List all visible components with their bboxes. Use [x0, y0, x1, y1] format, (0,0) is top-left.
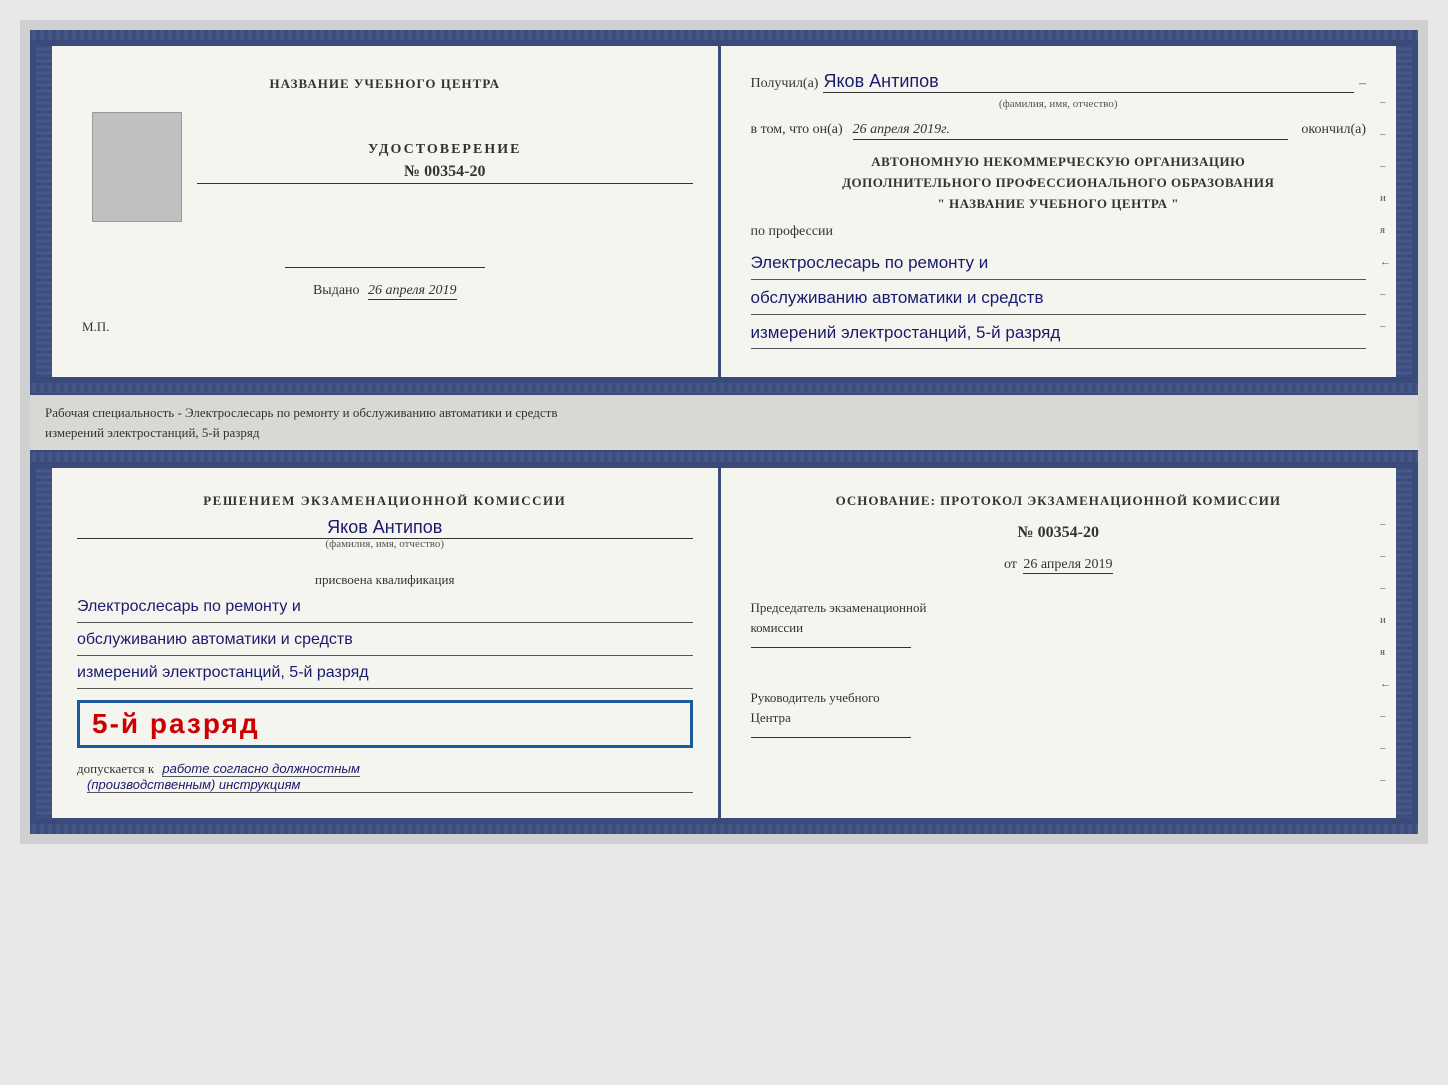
org-name-quotes: " НАЗВАНИЕ УЧЕБНОГО ЦЕНТРА ": [751, 194, 1367, 215]
rukovoditel-title: Руководитель учебного Центра: [751, 688, 1367, 727]
rukovoditel-line2: Центра: [751, 710, 791, 725]
predsedatel-title: Председатель экзаменационной комиссии: [751, 598, 1367, 637]
bottom-left-page: Решением экзаменационной комиссии Яков А…: [52, 468, 721, 817]
dopuskaetsya-text2: (производственным) инструкциям: [87, 777, 693, 793]
ot-date-row: от 26 апреля 2019: [751, 557, 1367, 573]
resheniem-label: Решением экзаменационной комиссии: [77, 493, 693, 509]
qual-line2: обслуживанию автоматики и средств: [77, 626, 693, 656]
separator-line2: измерений электростанций, 5-й разряд: [45, 423, 1403, 443]
received-label: Получил(а): [751, 76, 819, 92]
cert-block: УДОСТОВЕРЕНИЕ № 00354-20: [197, 142, 693, 184]
top-right-page: Получил(а) Яков Антипов – (фамилия, имя,…: [721, 46, 1397, 377]
vtom-row: в том, что он(а) 26 апреля 2019г. окончи…: [751, 122, 1367, 140]
left-spine-bottom: [36, 468, 52, 817]
dopuskaetsya-label: допускается к: [77, 761, 154, 776]
predsedatel-signature: [751, 647, 911, 648]
dash-mark: –: [1359, 76, 1366, 92]
vydano-line: Выдано 26 апреля 2019: [313, 283, 457, 299]
received-row: Получил(а) Яков Антипов –: [751, 71, 1367, 93]
fio-hint-top: (фамилия, имя, отчество): [751, 98, 1367, 110]
ot-date: 26 апреля 2019: [1023, 557, 1112, 574]
right-side-marks-bottom: – – – и я ← – – –: [1380, 518, 1391, 786]
rukovoditel-line1: Руководитель учебного: [751, 690, 880, 705]
photo-placeholder: [92, 112, 182, 222]
rukovoditel-block: Руководитель учебного Центра: [751, 688, 1367, 748]
avtonomnuyu-block: АВТОНОМНУЮ НЕКОММЕРЧЕСКУЮ ОРГАНИЗАЦИЮ ДО…: [751, 152, 1367, 214]
fio-hint-bottom: (фамилия, имя, отчество): [77, 538, 693, 550]
vtom-label: в том, что он(а): [751, 122, 843, 138]
signature-line-top: [285, 267, 485, 268]
separator-line1: Рабочая специальность - Электрослесарь п…: [45, 403, 1403, 423]
dopuskaetsya-line: допускается к работе согласно должностны…: [77, 761, 693, 777]
profession-line2: обслуживанию автоматики и средств: [751, 283, 1367, 315]
profession-line1: Электрослесарь по ремонту и: [751, 248, 1367, 280]
predsedatel-block: Председатель экзаменационной комиссии: [751, 598, 1367, 658]
cert-number: № 00354-20: [197, 163, 693, 184]
avtonomnuyu-line2: ДОПОЛНИТЕЛЬНОГО ПРОФЕССИОНАЛЬНОГО ОБРАЗО…: [751, 173, 1367, 194]
qual-line3: измерений электростанций, 5-й разряд: [77, 659, 693, 689]
po-professii: по профессии: [751, 224, 1367, 240]
razryad-badge: 5-й разряд: [77, 700, 693, 748]
right-spine-top: [1396, 46, 1412, 377]
bottom-document: Решением экзаменационной комиссии Яков А…: [30, 462, 1418, 823]
vtom-date: 26 апреля 2019г.: [853, 122, 1289, 140]
bottom-right-page: Основание: протокол экзаменационной коми…: [721, 468, 1397, 817]
ot-label: от: [1004, 557, 1017, 572]
bottom-name: Яков Антипов: [77, 517, 693, 539]
right-spine-bottom: [1396, 468, 1412, 817]
qual-line1: Электрослесарь по ремонту и: [77, 593, 693, 623]
top-document: НАЗВАНИЕ УЧЕБНОГО ЦЕНТРА УДОСТОВЕРЕНИЕ №…: [30, 40, 1418, 383]
avtonomnuyu-line1: АВТОНОМНУЮ НЕКОММЕРЧЕСКУЮ ОРГАНИЗАЦИЮ: [751, 152, 1367, 173]
mp-label: М.П.: [82, 319, 109, 335]
razryad-badge-text: 5-й разряд: [92, 708, 260, 739]
rukovoditel-signature: [751, 737, 911, 738]
org-name-top: НАЗВАНИЕ УЧЕБНОГО ЦЕНТРА: [269, 76, 500, 92]
left-spine-top: [36, 46, 52, 377]
predsedatel-line1: Председатель экзаменационной: [751, 600, 927, 615]
osnovanie-label: Основание: протокол экзаменационной коми…: [751, 493, 1367, 509]
okonchil-label: окончил(а): [1301, 122, 1366, 138]
prisvoena-label: присвоена квалификация: [77, 572, 693, 588]
separator-block: Рабочая специальность - Электрослесарь п…: [30, 393, 1418, 452]
top-left-page: НАЗВАНИЕ УЧЕБНОГО ЦЕНТРА УДОСТОВЕРЕНИЕ №…: [52, 46, 721, 377]
received-name: Яков Антипов: [823, 71, 1354, 93]
right-side-marks-top: – – – и я ← – –: [1380, 96, 1391, 332]
vydano-label: Выдано: [313, 283, 360, 298]
protocol-number: № 00354-20: [751, 524, 1367, 542]
profession-line3: измерений электростанций, 5-й разряд: [751, 318, 1367, 350]
vydano-date: 26 апреля 2019: [368, 283, 456, 300]
predsedatel-line2: комиссии: [751, 620, 804, 635]
udostoverenie-title: УДОСТОВЕРЕНИЕ: [197, 142, 693, 158]
dopuskaetsya-text: работе согласно должностным: [162, 761, 359, 777]
